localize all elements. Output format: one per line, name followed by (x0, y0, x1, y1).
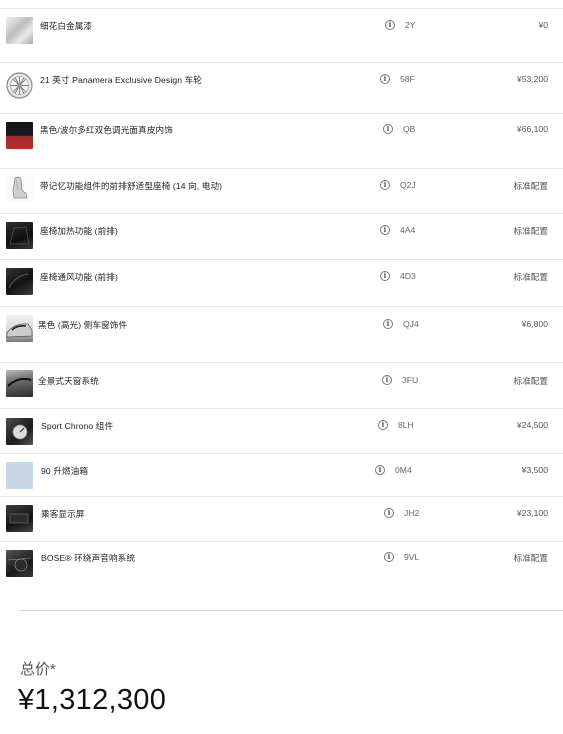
option-code: 4D3 (400, 271, 416, 281)
seat-image (6, 175, 33, 202)
row-divider (0, 453, 563, 454)
option-name: 带记忆功能组件的前排舒适型座椅 (14 向, 电动) (40, 181, 223, 191)
option-name: 细花白金属漆 (40, 21, 93, 31)
row-divider (0, 113, 563, 114)
info-icon[interactable]: i (385, 20, 395, 30)
option-name: 座椅加热功能 (前排) (40, 226, 118, 236)
row-divider (0, 8, 563, 9)
wheel-rim-icon (6, 72, 33, 99)
option-price: ¥66,100 (516, 124, 548, 134)
option-code: QB (403, 124, 416, 134)
total-price-label: 总价* (20, 661, 56, 678)
option-name: BOSE® 环绕声音响系统 (41, 553, 136, 563)
black-bordeaux-red-swatch (6, 122, 33, 149)
info-icon[interactable]: i (380, 225, 390, 235)
option-code: 2Y (405, 20, 416, 30)
info-icon[interactable]: i (380, 271, 390, 281)
row-divider (0, 408, 563, 409)
option-price: ¥23,100 (516, 508, 548, 518)
option-code: 4A4 (400, 225, 416, 235)
info-icon[interactable]: i (382, 375, 392, 385)
info-icon[interactable]: i (380, 74, 390, 84)
option-code: 8LH (398, 420, 414, 430)
info-icon[interactable]: i (375, 465, 385, 475)
seat-ventilation-image (6, 268, 33, 295)
option-name: 21 英寸 Panamera Exclusive Design 车轮 (40, 75, 202, 85)
option-price: ¥3,500 (521, 465, 548, 475)
info-icon[interactable]: i (383, 124, 393, 134)
option-code: 9VL (404, 552, 420, 562)
metallic-white-paint-swatch (6, 17, 33, 44)
option-name: 黑色/波尔多红双色调光面真皮内饰 (40, 125, 173, 135)
option-price: ¥0 (538, 20, 548, 30)
sport-chrono-image (6, 418, 33, 445)
option-code: 58F (400, 74, 415, 84)
info-icon[interactable]: i (378, 420, 388, 430)
info-icon[interactable]: i (383, 319, 393, 329)
option-code: 3FU (402, 375, 419, 385)
option-price: ¥53,200 (516, 74, 548, 84)
option-price: 标准配置 (513, 272, 548, 282)
row-divider (0, 168, 563, 169)
option-price: ¥24,500 (516, 420, 548, 430)
option-price: 标准配置 (513, 376, 548, 386)
row-divider (0, 362, 563, 363)
total-divider (19, 610, 563, 611)
row-divider (0, 306, 563, 307)
option-price: 标准配置 (513, 181, 548, 191)
option-code: JH2 (404, 508, 420, 518)
info-icon[interactable]: i (384, 552, 394, 562)
option-name: 90 升燃油箱 (41, 466, 89, 476)
passenger-display-image (6, 505, 33, 532)
option-name: 座椅通风功能 (前排) (40, 272, 118, 282)
row-divider (0, 259, 563, 260)
option-name: 黑色 (高光) 侧车窗饰件 (38, 320, 128, 330)
bose-speaker-image (6, 550, 33, 577)
option-price: 标准配置 (513, 553, 548, 563)
info-icon[interactable]: i (380, 180, 390, 190)
option-price: 标准配置 (513, 226, 548, 236)
row-divider (0, 62, 563, 63)
row-divider (0, 496, 563, 497)
option-price: ¥6,800 (521, 319, 548, 329)
total-price-value: ¥1,312,300 (18, 684, 167, 716)
panoramic-roof-image (6, 370, 33, 397)
option-name: 全景式天窗系统 (38, 376, 99, 386)
seat-heating-image (6, 222, 33, 249)
car-window-trim-image (6, 315, 33, 342)
option-code: Q2J (400, 180, 416, 190)
option-name: Sport Chrono 组件 (41, 421, 114, 431)
fuel-tank-placeholder (6, 462, 33, 489)
info-icon[interactable]: i (384, 508, 394, 518)
option-code: 0M4 (395, 465, 412, 475)
option-name: 乘客显示屏 (41, 509, 85, 519)
row-divider (0, 213, 563, 214)
option-code: QJ4 (403, 319, 419, 329)
row-divider (0, 541, 563, 542)
